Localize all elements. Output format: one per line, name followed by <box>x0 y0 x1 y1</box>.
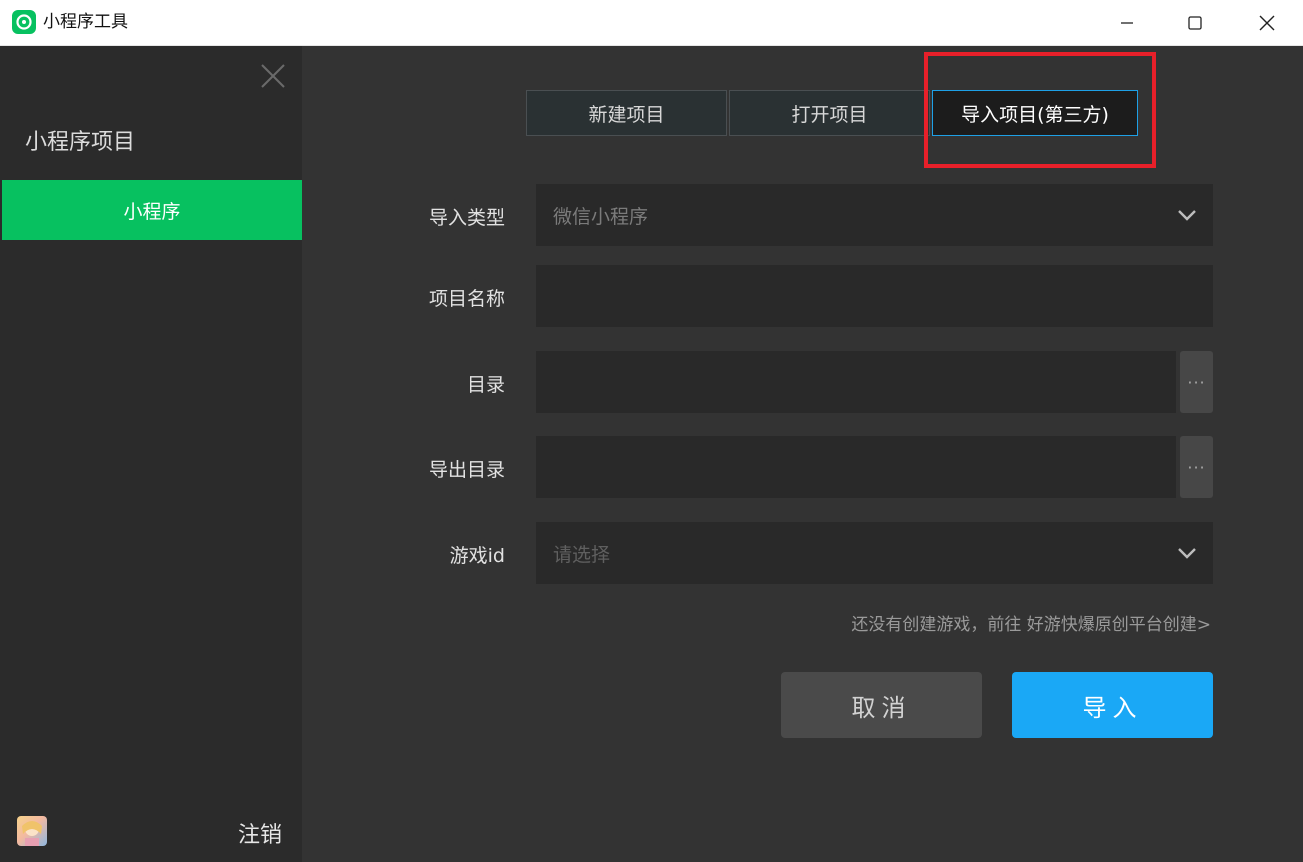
window-title: 小程序工具 <box>43 12 128 32</box>
sidebar: 小程序项目 小程序 注销 <box>0 46 302 862</box>
game-id-label: 游戏id <box>449 545 505 567</box>
sidebar-item-miniprogram[interactable]: 小程序 <box>2 180 302 240</box>
main-panel: 新建项目 打开项目 导入项目(第三方) 导入类型 微信小程序 项目名称 目录 ·… <box>302 46 1303 862</box>
tab-open-project[interactable]: 打开项目 <box>729 90 930 136</box>
minimize-icon <box>1121 21 1133 24</box>
logout-button[interactable]: 注销 <box>238 817 282 849</box>
import-button[interactable]: 导入 <box>1012 672 1213 738</box>
sidebar-close-button[interactable] <box>258 61 288 91</box>
maximize-button[interactable] <box>1160 0 1230 45</box>
tab-new-project[interactable]: 新建项目 <box>526 90 727 136</box>
close-icon <box>261 64 285 88</box>
directory-label: 目录 <box>466 374 505 396</box>
import-type-select[interactable]: 微信小程序 <box>536 184 1213 246</box>
directory-browse-button[interactable]: ··· <box>1180 351 1213 413</box>
avatar[interactable] <box>17 816 47 846</box>
sidebar-heading: 小程序项目 <box>25 130 136 155</box>
sidebar-item-label: 小程序 <box>123 200 181 223</box>
close-icon <box>1259 15 1275 30</box>
cancel-button[interactable]: 取消 <box>781 672 982 738</box>
export-directory-label: 导出目录 <box>428 459 505 481</box>
directory-input[interactable] <box>536 351 1176 413</box>
game-id-select[interactable]: 请选择 <box>536 522 1213 584</box>
project-name-input[interactable] <box>536 265 1213 327</box>
import-type-label: 导入类型 <box>428 207 505 229</box>
game-id-placeholder: 请选择 <box>553 543 611 566</box>
export-directory-input[interactable] <box>536 436 1176 498</box>
chevron-down-icon <box>1178 210 1196 221</box>
chevron-down-icon <box>1178 548 1196 559</box>
minimize-button[interactable] <box>1092 0 1162 45</box>
create-game-link[interactable]: 还没有创建游戏，前往 好游快爆原创平台创建> <box>851 610 1211 635</box>
highlight-annotation <box>924 52 1156 168</box>
maximize-icon <box>1188 15 1202 30</box>
close-window-button[interactable] <box>1232 0 1302 45</box>
export-directory-browse-button[interactable]: ··· <box>1180 436 1213 498</box>
miniprogram-logo-icon <box>12 10 36 34</box>
window-titlebar: 小程序工具 <box>0 0 1303 46</box>
import-type-value: 微信小程序 <box>553 205 649 228</box>
project-name-label: 项目名称 <box>428 288 505 310</box>
